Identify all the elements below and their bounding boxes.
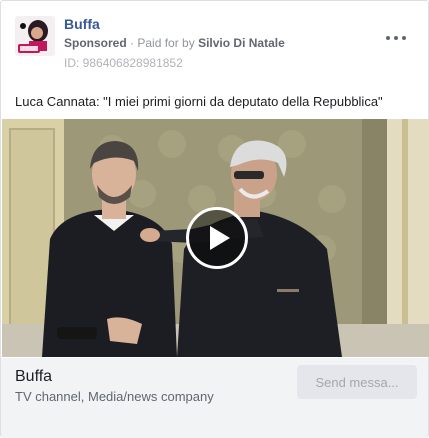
ad-card: Buffa Sponsored · Paid for by Silvio Di … [0,0,429,438]
separator-dot: · [130,36,135,50]
avatar-image [15,16,55,56]
sponsored-label[interactable]: Sponsored [64,36,127,50]
ad-id: ID: 986406828981852 [64,56,183,70]
page-avatar[interactable] [15,16,55,56]
footer-page-name[interactable]: Buffa [15,368,52,386]
ad-caption: Luca Cannata: "I miei primi giorni da de… [15,94,383,109]
play-icon[interactable] [186,207,248,269]
more-horizontal-icon[interactable] [386,31,406,45]
send-message-button[interactable]: Send messa... [297,365,417,399]
sponsor-line: Sponsored · Paid for by Silvio Di Natale [64,36,285,50]
page-name-link[interactable]: Buffa [64,16,100,32]
footer-category: TV channel, Media/news company [15,389,214,404]
play-triangle [210,226,230,250]
paid-by-name[interactable]: Silvio Di Natale [198,36,285,50]
paid-for-prefix: Paid for by [137,36,195,50]
ad-header: Buffa Sponsored · Paid for by Silvio Di … [1,1,428,81]
ad-footer: Buffa TV channel, Media/news company Sen… [1,358,428,438]
video-player[interactable] [2,119,429,357]
